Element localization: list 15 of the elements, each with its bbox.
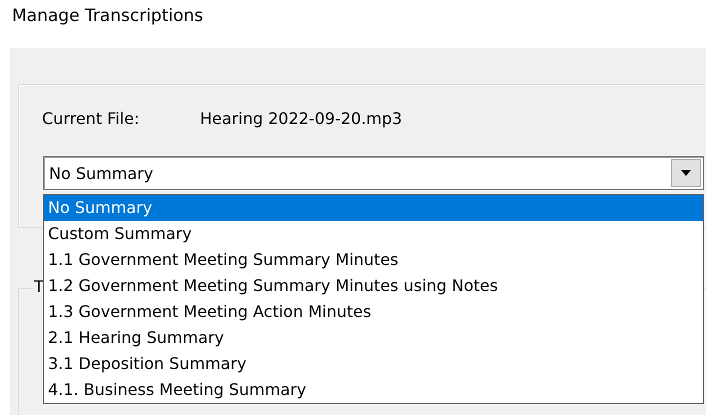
- dropdown-option[interactable]: 2.1 Hearing Summary: [44, 325, 703, 351]
- dropdown-option[interactable]: 3.1 Deposition Summary: [44, 351, 703, 377]
- dropdown-button[interactable]: [671, 159, 701, 187]
- dropdown-option[interactable]: No Summary: [44, 195, 703, 221]
- dropdown-option[interactable]: 1.2 Government Meeting Summary Minutes using Notes: [44, 273, 703, 299]
- dropdown-option[interactable]: 4.1. Business Meeting Summary: [44, 377, 703, 403]
- window-title: Manage Transcriptions: [12, 6, 204, 26]
- dropdown-option[interactable]: 1.3 Government Meeting Action Minutes: [44, 299, 703, 325]
- current-file-label: Current File:: [42, 108, 140, 128]
- current-file-value: Hearing 2022-09-20.mp3: [200, 108, 402, 128]
- dropdown-option[interactable]: Custom Summary: [44, 221, 703, 247]
- summary-dropdown[interactable]: No Summary: [43, 156, 704, 190]
- dropdown-value: No Summary: [48, 164, 154, 182]
- dropdown-option[interactable]: 1.1 Government Meeting Summary Minutes: [44, 247, 703, 273]
- caret-icon: [681, 170, 691, 176]
